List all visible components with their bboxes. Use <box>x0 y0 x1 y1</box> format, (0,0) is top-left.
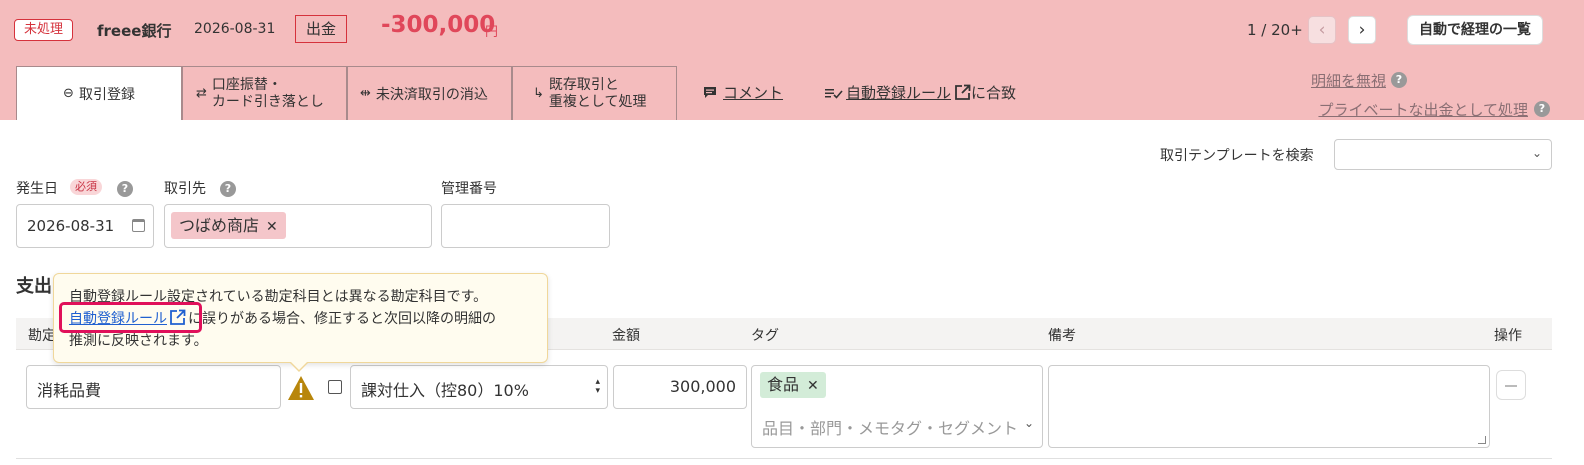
transaction-header: 未処理 freee銀行 2026-08-31 出金 -300,000 円 1 /… <box>0 0 1584 120</box>
partner-input[interactable]: つばめ商店 ✕ <box>164 204 432 248</box>
tag-chip-label: 食品 <box>767 375 800 394</box>
private-help-icon[interactable]: ? <box>1534 101 1550 117</box>
duplicate-arrow-icon: ↳ <box>533 86 544 101</box>
comment-label: コメント <box>723 84 784 102</box>
ignore-help-icon[interactable]: ? <box>1391 72 1407 88</box>
chevron-down-icon: ⌄ <box>1023 416 1034 430</box>
tab-duplicate-label: 既存取引と 重複として処理 <box>549 77 647 111</box>
transaction-amount: -300,000 <box>381 12 496 38</box>
date-label: 発生日 <box>16 181 58 197</box>
tab-transfer[interactable]: ⇄ 口座振替・ カード引き落とし <box>182 66 347 120</box>
tab-reconcile[interactable]: ⇹ 未決済取引の消込 <box>347 66 512 120</box>
tag-chip: 食品 ✕ <box>760 372 826 398</box>
remove-tag-icon[interactable]: ✕ <box>807 378 819 394</box>
rule-link[interactable]: 自動登録ルール に合致 <box>824 82 1016 103</box>
template-search-label: 取引テンプレートを検索 <box>1160 148 1314 164</box>
date-help-icon[interactable]: ? <box>117 181 133 197</box>
tab-register[interactable]: ⊖ 取引登録 <box>16 66 182 120</box>
rule-label: 自動登録ルール <box>846 84 952 102</box>
warning-icon[interactable] <box>287 375 315 401</box>
link-highlight-box <box>59 302 202 333</box>
tab-register-label: 取引登録 <box>78 86 135 103</box>
minus-circle-icon: ⊖ <box>63 86 74 101</box>
status-badge: 未処理 <box>14 19 74 41</box>
date-input[interactable]: 2026-08-31 <box>16 204 154 248</box>
rule-list-icon <box>825 88 843 99</box>
merge-icon: ⇹ <box>360 86 371 101</box>
tab-transfer-label: 口座振替・ カード引き落とし <box>212 77 324 111</box>
transaction-date: 2026-08-31 <box>194 21 276 37</box>
remove-row-button[interactable] <box>1496 370 1526 400</box>
tooltip-line3: 推測に反映されます。 <box>69 333 208 349</box>
ignore-link[interactable]: 明細を無視 <box>1311 70 1386 91</box>
tab-transfer-line2: カード引き落とし <box>211 93 324 110</box>
header-account: 勘定 <box>28 328 56 344</box>
external-link-icon <box>955 84 971 100</box>
header-memo: 備考 <box>1048 328 1076 344</box>
transfer-icon: ⇄ <box>196 86 207 101</box>
tag-placeholder: 品目・部門・メモタグ・セグメント <box>762 419 1019 438</box>
header-action: 操作 <box>1494 328 1522 344</box>
private-link[interactable]: プライベートな出金として処理 <box>1318 99 1528 120</box>
prev-button[interactable]: ‹ <box>1308 16 1336 44</box>
partner-label: 取引先 <box>164 181 206 197</box>
comment-link[interactable]: コメント <box>703 82 783 103</box>
account-input[interactable]: 消耗品費 <box>26 365 281 409</box>
partner-help-icon[interactable]: ? <box>220 181 236 197</box>
memo-textarea[interactable] <box>1048 365 1490 448</box>
tab-duplicate[interactable]: ↳ 既存取引と 重複として処理 <box>512 66 677 120</box>
required-badge: 必須 <box>70 179 102 195</box>
bank-name: freee銀行 <box>97 22 172 40</box>
tooltip-line2-rest: に誤りがある場合、修正すると次回以降の明細の <box>188 311 496 327</box>
partner-tag-label: つばめ商店 <box>179 216 260 235</box>
amount-unit: 円 <box>485 25 499 40</box>
resize-grip-icon[interactable] <box>1478 436 1486 444</box>
tax-select[interactable]: 課対仕入（控80）10% ▴ ▾ <box>350 365 608 409</box>
tab-reconcile-label: 未決済取引の消込 <box>375 86 488 103</box>
tooltip-arrow-fill <box>290 361 308 370</box>
direction-badge: 出金 <box>295 15 348 43</box>
header-amount: 金額 <box>612 328 640 344</box>
pager-count: 1 / 20+ <box>1247 21 1303 39</box>
list-button[interactable]: 自動で経理の一覧 <box>1407 15 1543 45</box>
tab-transfer-line1: 口座振替・ <box>211 76 282 93</box>
date-value: 2026-08-31 <box>27 217 115 235</box>
amount-value: 300,000 <box>669 377 736 396</box>
row-divider <box>16 458 1552 459</box>
row-checkbox[interactable] <box>328 380 342 394</box>
next-button[interactable]: › <box>1348 16 1376 44</box>
header-tag: タグ <box>751 328 779 344</box>
mgmt-number-label: 管理番号 <box>441 181 497 197</box>
tax-value: 課対仕入（控80）10% <box>361 381 529 400</box>
chevron-down-icon: ⌄ <box>1531 146 1542 160</box>
mgmt-number-input[interactable] <box>441 204 610 248</box>
remove-partner-icon[interactable]: ✕ <box>266 219 278 235</box>
account-value: 消耗品費 <box>37 381 102 400</box>
rule-suffix: に合致 <box>971 84 1017 102</box>
section-title: 支出 <box>16 276 52 297</box>
partner-tag: つばめ商店 ✕ <box>171 212 286 239</box>
tab-duplicate-line1: 既存取引と <box>548 76 619 93</box>
amount-input[interactable]: 300,000 <box>613 365 747 409</box>
template-search-select[interactable]: ⌄ <box>1334 139 1552 170</box>
tag-input[interactable]: 食品 ✕ 品目・部門・メモタグ・セグメント ⌄ <box>751 365 1043 448</box>
select-updown-icon: ▴ ▾ <box>595 377 600 396</box>
calendar-icon[interactable] <box>132 219 145 232</box>
tab-duplicate-line2: 重複として処理 <box>548 93 647 110</box>
comment-icon <box>704 87 716 98</box>
